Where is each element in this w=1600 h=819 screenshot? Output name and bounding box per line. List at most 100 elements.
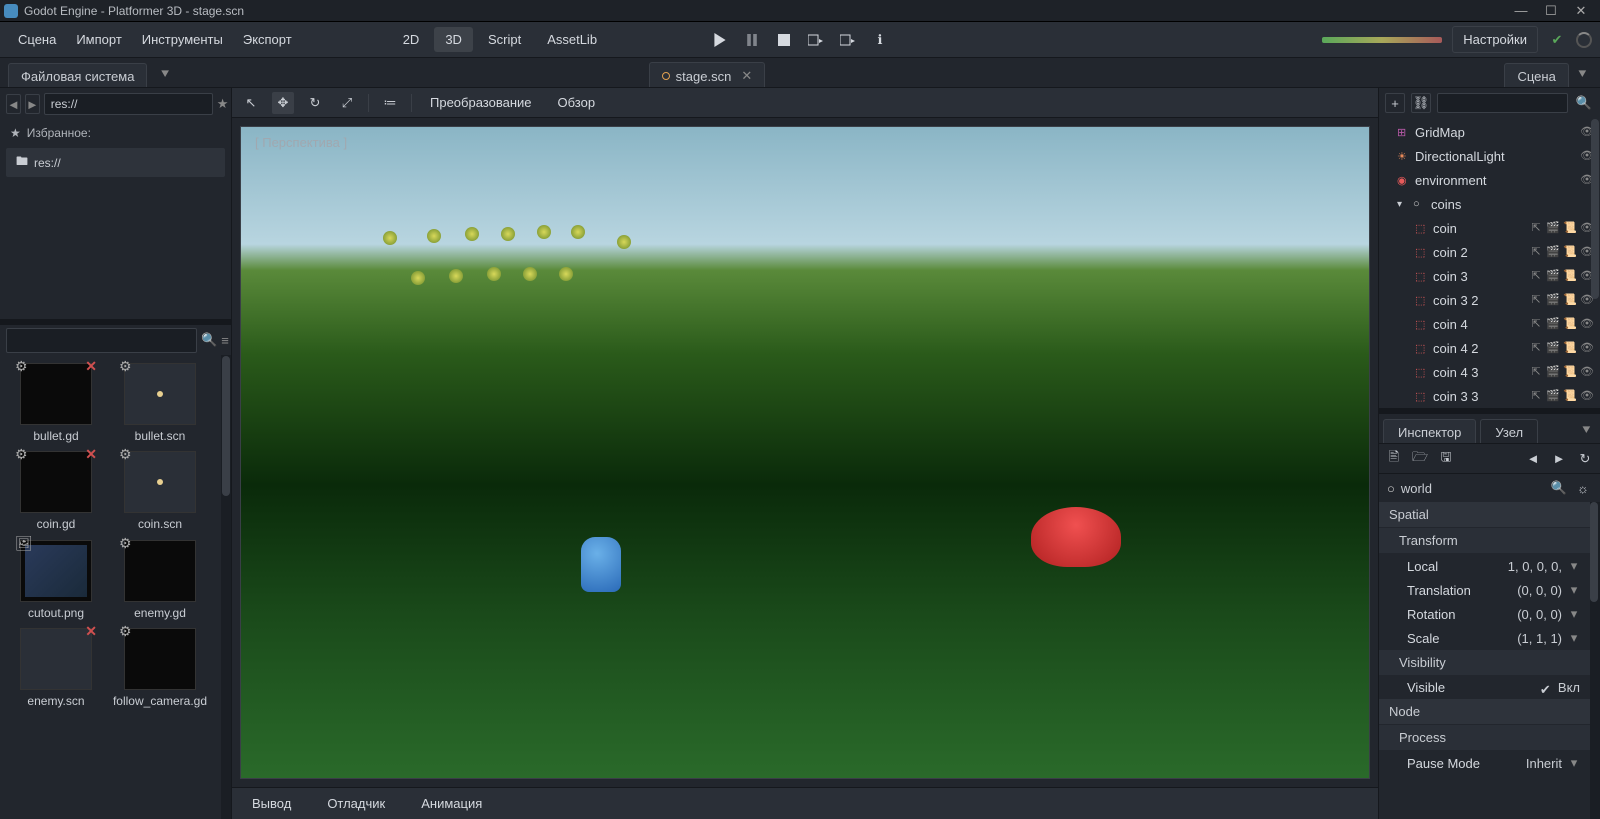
search-icon[interactable]: 🔍 [201,332,217,348]
anim-icon[interactable]: 🎬 [1546,221,1560,235]
scene-search-input[interactable] [1437,93,1568,113]
menu-scene[interactable]: Сцена [8,27,66,52]
viewport-3d[interactable]: [ Перспектива ] [240,126,1370,779]
scene-node[interactable]: ⬚coin⇱🎬📜👁 [1379,216,1600,240]
tab-filesystem[interactable]: Файловая система [8,63,147,87]
settings-button[interactable]: Настройки [1452,26,1538,53]
tab-node[interactable]: Узел [1480,419,1538,443]
open-scene-icon[interactable]: ⇱ [1529,365,1543,379]
scene-tree[interactable]: ⊞GridMap👁☀DirectionalLight👁◉environment👁… [1379,118,1600,408]
transform-menu[interactable]: Преобразование [422,91,540,114]
scene-node[interactable]: ⬚coin 3⇱🎬📜👁 [1379,264,1600,288]
pause-button[interactable] [740,28,764,52]
minimize-button[interactable]: — [1506,3,1536,18]
viewport-perspective-label[interactable]: [ Перспектива ] [255,135,347,150]
prop-pause-mode[interactable]: Pause ModeInherit▾ [1379,751,1590,775]
script-icon[interactable]: 📜 [1563,269,1577,283]
anim-icon[interactable]: 🎬 [1546,341,1560,355]
nav-forward-button[interactable]: ► [25,94,40,114]
scene-node[interactable]: ⬚coin 3 3⇱🎬📜👁 [1379,384,1600,408]
history-button[interactable]: ↻ [1576,451,1594,467]
script-icon[interactable]: 📜 [1563,293,1577,307]
tab-script[interactable]: Script [477,27,532,52]
tab-scene[interactable]: Сцена [1504,63,1568,87]
dock-collapse-button[interactable]: ⯆ [1577,418,1596,443]
dock-collapse-button[interactable]: ⯆ [155,62,174,87]
open-scene-icon[interactable]: ⇱ [1529,389,1543,403]
file-grid-scrollbar[interactable] [221,355,231,819]
menu-import[interactable]: Импорт [66,27,131,52]
tab-stage-scn[interactable]: stage.scn ✕ [649,62,766,87]
instance-node-button[interactable]: ⛓ [1411,93,1431,113]
open-scene-icon[interactable]: ⇱ [1529,293,1543,307]
menu-tools[interactable]: Инструменты [132,27,233,52]
prop-visible[interactable]: Visible✔Вкл [1379,676,1590,699]
prop-translation[interactable]: Translation(0, 0, 0)▾ [1379,578,1590,602]
section-visibility[interactable]: Visibility [1379,650,1590,676]
anim-icon[interactable]: 🎬 [1546,293,1560,307]
file-cell[interactable]: ⚙coin.scn [108,447,212,535]
play-scene-button[interactable] [836,28,860,52]
expand-arrow-icon[interactable]: ▾ [1397,199,1409,210]
file-cell[interactable]: ⚙bullet.scn [108,359,212,447]
script-icon[interactable]: 📜 [1563,317,1577,331]
anim-icon[interactable]: 🎬 [1546,389,1560,403]
open-scene-icon[interactable]: ⇱ [1529,221,1543,235]
view-menu[interactable]: Обзор [550,91,604,114]
object-search-button[interactable]: 🔍 [1550,480,1568,496]
scene-node[interactable]: ⬚coin 3 2⇱🎬📜👁 [1379,288,1600,312]
file-cell[interactable]: 🖼cutout.png [4,536,108,624]
path-input[interactable] [44,93,213,115]
file-cell[interactable]: ✕enemy.scn [4,624,108,712]
object-options-button[interactable]: ☼ [1574,481,1592,496]
scene-node[interactable]: ⬚coin 4⇱🎬📜👁 [1379,312,1600,336]
open-scene-icon[interactable]: ⇱ [1529,245,1543,259]
scene-node[interactable]: ▾○coins [1379,192,1600,216]
select-tool-button[interactable]: ↖ [240,92,262,114]
file-cell[interactable]: ⚙✕bullet.gd [4,359,108,447]
anim-icon[interactable]: 🎬 [1546,245,1560,259]
play-custom-scene-button[interactable] [804,28,828,52]
anim-icon[interactable]: 🎬 [1546,269,1560,283]
tab-assetlib[interactable]: AssetLib [536,27,608,52]
bottom-output[interactable]: Вывод [244,792,299,815]
scene-node[interactable]: ⊞GridMap👁 [1379,120,1600,144]
section-process[interactable]: Process [1379,725,1590,751]
scene-node[interactable]: ☀DirectionalLight👁 [1379,144,1600,168]
bottom-debugger[interactable]: Отладчик [319,792,393,815]
close-button[interactable]: ✕ [1566,3,1596,19]
dock-collapse-button-right[interactable]: ⯆ [1573,62,1592,87]
rotate-tool-button[interactable]: ↻ [304,92,326,114]
file-search-input[interactable] [6,328,197,353]
add-node-button[interactable]: + [1385,93,1405,113]
section-node[interactable]: Node [1379,699,1590,725]
favorite-button[interactable]: ★ [217,94,229,114]
node-list-button[interactable]: ≔ [379,92,401,114]
bottom-animation[interactable]: Анимация [413,792,490,815]
nav-back-button[interactable]: ◄ [6,94,21,114]
tab-inspector[interactable]: Инспектор [1383,419,1476,443]
script-icon[interactable]: 📜 [1563,341,1577,355]
stop-button[interactable] [772,28,796,52]
scene-tree-scrollbar[interactable] [1590,118,1600,408]
file-cell[interactable]: ⚙enemy.gd [108,536,212,624]
prop-rotation[interactable]: Rotation(0, 0, 0)▾ [1379,602,1590,626]
scene-search-button[interactable]: 🔍 [1574,93,1594,113]
maximize-button[interactable]: ☐ [1536,3,1566,19]
scene-node[interactable]: ⬚coin 4 2⇱🎬📜👁 [1379,336,1600,360]
tab-3d[interactable]: 3D [434,27,473,52]
open-scene-icon[interactable]: ⇱ [1529,317,1543,331]
scale-tool-button[interactable]: ⤢ [336,92,358,114]
section-transform[interactable]: Transform [1379,528,1590,554]
folder-res[interactable]: 🖿res:// [6,148,225,177]
anim-icon[interactable]: 🎬 [1546,365,1560,379]
history-back-button[interactable]: ◄ [1524,451,1542,466]
history-forward-button[interactable]: ► [1550,451,1568,466]
tab-2d[interactable]: 2D [392,27,431,52]
script-icon[interactable]: 📜 [1563,221,1577,235]
script-icon[interactable]: 📜 [1563,365,1577,379]
close-tab-button[interactable]: ✕ [741,68,752,84]
debug-options-button[interactable]: ℹ [868,28,892,52]
file-cell[interactable]: ⚙follow_camera.gd [108,624,212,712]
load-resource-button[interactable]: 🗁 [1411,448,1429,470]
